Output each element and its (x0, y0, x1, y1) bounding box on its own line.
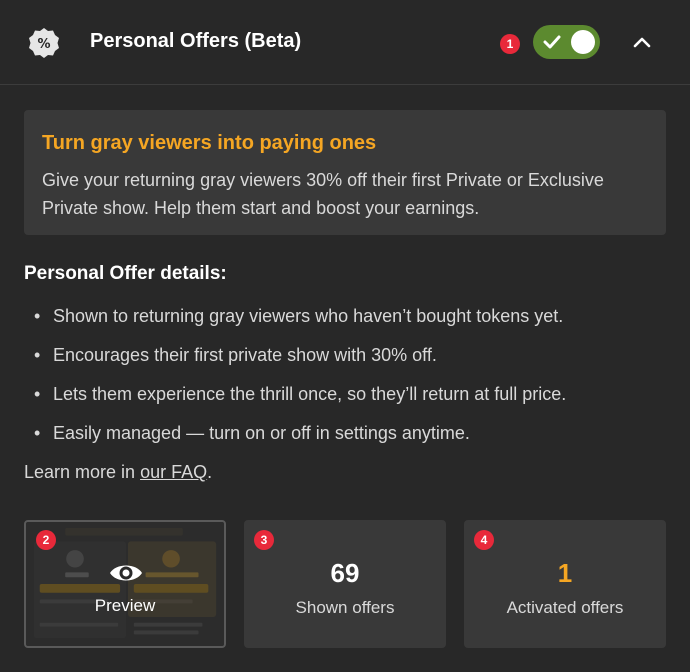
step-badge-4: 4 (474, 530, 494, 550)
learn-more-prefix: Learn more in (24, 462, 141, 482)
preview-card[interactable]: 2 Preview (24, 520, 226, 648)
shown-offers-count: 69 (330, 558, 360, 588)
svg-text:%: % (37, 37, 50, 52)
toggle-knob (571, 30, 595, 54)
promo-box: Turn gray viewers into paying ones Give … (24, 110, 666, 235)
shown-offers-card: 3 69 Shown offers (244, 520, 446, 648)
chevron-up-icon[interactable] (628, 30, 656, 54)
activated-offers-card: 4 1 Activated offers (464, 520, 666, 648)
panel-title: Personal Offers (Beta) (90, 30, 302, 52)
list-item: Encourages their first private show with… (24, 342, 566, 381)
list-item: Lets them experience the thrill once, so… (24, 381, 566, 420)
check-icon (543, 35, 561, 49)
promo-title: Turn gray viewers into paying ones (42, 132, 377, 154)
step-badge-1: 1 (500, 34, 520, 54)
eye-icon (110, 565, 142, 581)
list-item: Easily managed — turn on or off in setti… (24, 420, 566, 459)
percent-badge-icon: % (29, 28, 59, 58)
activated-offers-count: 1 (557, 558, 573, 588)
learn-more: Learn more in our FAQ. (24, 459, 212, 485)
step-badge-2: 2 (36, 530, 56, 550)
learn-more-suffix: . (207, 462, 213, 482)
shown-offers-label: Shown offers (295, 598, 395, 617)
promo-text: Give your returning gray viewers 30% off… (42, 170, 604, 218)
faq-link[interactable]: our FAQ (140, 462, 207, 482)
preview-label: Preview (94, 596, 156, 615)
list-item: Shown to returning gray viewers who have… (24, 303, 566, 342)
header: % Personal Offers (Beta) 1 (0, 0, 690, 85)
details-list: Shown to returning gray viewers who have… (24, 303, 566, 459)
feature-toggle[interactable] (533, 25, 600, 59)
activated-offers-label: Activated offers (506, 598, 624, 617)
details-title: Personal Offer details: (24, 263, 227, 284)
step-badge-3: 3 (254, 530, 274, 550)
